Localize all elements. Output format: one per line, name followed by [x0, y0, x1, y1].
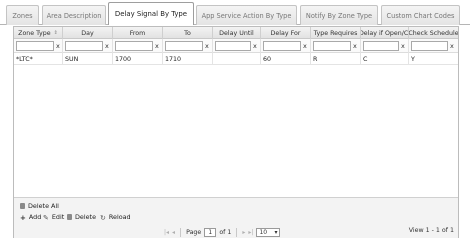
- filter-input-delay-until[interactable]: [215, 41, 251, 51]
- cell-delay-for: 60: [261, 53, 311, 65]
- grid-header: Zone Type ⇕ Day From To Delay Until Dela…: [14, 27, 458, 39]
- delete-button[interactable]: Delete: [67, 213, 96, 221]
- delay-signal-grid: Zone Type ⇕ Day From To Delay Until Dela…: [13, 26, 459, 238]
- page-number-input[interactable]: 1: [204, 227, 217, 237]
- tab-notify-by-zone-type[interactable]: Notify By Zone Type: [300, 5, 378, 25]
- prev-page-icon[interactable]: ◂: [172, 229, 175, 236]
- grid-footer: Delete All + Add ✎ Edit Delete ↻ Reload …: [14, 197, 458, 238]
- reload-button[interactable]: ↻ Reload: [100, 213, 131, 222]
- filter-input-type-requires[interactable]: [313, 41, 351, 51]
- cell-check-schedule: Y: [411, 55, 415, 63]
- tab-delay-signal-by-type[interactable]: Delay Signal By Type: [108, 2, 194, 25]
- clear-filter-day[interactable]: x: [105, 41, 109, 51]
- tab-app-service-action-by-type[interactable]: App Service Action By Type: [196, 5, 297, 25]
- page-of-label: of 1: [219, 228, 232, 236]
- sort-icon[interactable]: ⇕: [54, 30, 58, 36]
- last-page-icon[interactable]: ▸|: [248, 229, 253, 236]
- tab-bar: Zones Area Description Delay Signal By T…: [0, 0, 474, 26]
- tab-zones[interactable]: Zones: [6, 5, 39, 25]
- pager-separator: [180, 227, 182, 237]
- col-header-type-requires[interactable]: Type Requires: [311, 27, 361, 39]
- cell-delay-until: [213, 53, 261, 65]
- col-header-check-schedule[interactable]: Check Schedule: [409, 27, 458, 39]
- filter-input-check-schedule[interactable]: [411, 41, 448, 51]
- filter-input-from[interactable]: [115, 41, 153, 51]
- table-row[interactable]: *LTC* SUN 1700 1710 60 R C Y: [14, 53, 458, 65]
- clear-filter-zone-type[interactable]: x: [56, 41, 60, 51]
- cell-to: 1710: [163, 53, 213, 65]
- page-size-select[interactable]: 10: [256, 227, 281, 237]
- add-button[interactable]: + Add: [20, 213, 42, 222]
- plus-icon: +: [20, 214, 26, 222]
- col-header-label: Zone Type: [18, 29, 51, 37]
- pager-separator: [236, 227, 238, 237]
- view-info: View 1 - 1 of 1: [408, 227, 454, 234]
- filter-input-to[interactable]: [165, 41, 203, 51]
- filter-input-zone-type[interactable]: [16, 41, 54, 51]
- page-label: Page: [186, 228, 202, 236]
- clear-filter-delay-until[interactable]: x: [253, 41, 257, 51]
- col-header-delay-if-open[interactable]: Delay if Open/Cl: [361, 27, 409, 39]
- tab-custom-chart-codes[interactable]: Custom Chart Codes: [381, 5, 460, 25]
- edit-label: Edit: [51, 213, 65, 221]
- col-header-zone-type[interactable]: Zone Type ⇕: [14, 27, 63, 39]
- delete-all-button[interactable]: Delete All: [20, 202, 59, 210]
- cell-type-requires: R: [311, 53, 361, 65]
- reload-icon: ↻: [100, 214, 106, 222]
- col-header-delay-for[interactable]: Delay For: [261, 27, 311, 39]
- filter-input-delay-for[interactable]: [263, 41, 301, 51]
- cell-from: 1700: [113, 53, 163, 65]
- col-header-day[interactable]: Day: [63, 27, 113, 39]
- filter-row: x x x x x x x x x: [14, 39, 458, 53]
- trash-icon: [20, 203, 25, 209]
- add-label: Add: [28, 213, 42, 221]
- col-header-to[interactable]: To: [163, 27, 213, 39]
- filter-input-delay-if-open[interactable]: [363, 41, 399, 51]
- col-header-delay-until[interactable]: Delay Until: [213, 27, 261, 39]
- cell-day: SUN: [63, 53, 113, 65]
- delete-all-label: Delete All: [28, 202, 59, 210]
- clear-filter-delay-if-open[interactable]: x: [401, 41, 405, 51]
- pager: |◂ ◂ Page 1 of 1 ▸ ▸| 10: [164, 227, 281, 237]
- clear-filter-type-requires[interactable]: x: [353, 41, 357, 51]
- next-page-icon[interactable]: ▸: [242, 229, 245, 236]
- delete-label: Delete: [75, 213, 96, 221]
- clear-filter-from[interactable]: x: [155, 41, 159, 51]
- clear-filter-to[interactable]: x: [205, 41, 209, 51]
- cell-delay-if-open: C: [361, 53, 409, 65]
- first-page-icon[interactable]: |◂: [164, 229, 169, 236]
- trash-icon: [67, 214, 72, 220]
- pencil-icon: ✎: [43, 214, 49, 222]
- clear-filter-delay-for[interactable]: x: [303, 41, 307, 51]
- cell-zone-type: *LTC*: [14, 53, 63, 65]
- reload-label: Reload: [108, 213, 131, 221]
- tab-area-description[interactable]: Area Description: [42, 5, 106, 25]
- filter-input-day[interactable]: [65, 41, 103, 51]
- edit-button[interactable]: ✎ Edit: [43, 213, 65, 222]
- clear-filter-check-schedule[interactable]: x: [450, 41, 454, 51]
- col-header-from[interactable]: From: [113, 27, 163, 39]
